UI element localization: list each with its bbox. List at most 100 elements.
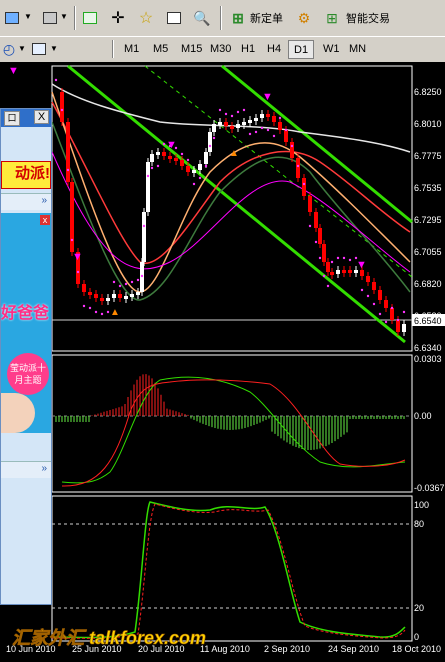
candle-body	[348, 270, 352, 273]
popup-close-button[interactable]: X	[34, 110, 49, 124]
sar-dot	[180, 152, 184, 156]
fractal-up-arrow: ▼	[8, 65, 19, 77]
market-watch-icon[interactable]	[80, 8, 100, 28]
candle-body	[378, 290, 382, 300]
fractal-up-arrow: ▼	[262, 91, 273, 103]
sar-dot	[60, 108, 64, 112]
candle-body	[384, 300, 388, 308]
new-chart-icon[interactable]	[2, 8, 22, 28]
candle-body	[218, 122, 222, 125]
expand-chevron-icon[interactable]: »	[41, 463, 47, 474]
candle-body	[150, 154, 154, 162]
candle-body	[168, 156, 172, 159]
stochastic-main	[51, 501, 406, 639]
candle-body	[204, 152, 208, 164]
expert-advisor-icon[interactable]: ⚙	[294, 8, 314, 28]
candle-body	[336, 270, 340, 274]
candle-body	[156, 152, 160, 155]
timeframe-m5[interactable]: M5	[148, 40, 173, 59]
candle-body	[224, 122, 228, 126]
sar-dot	[82, 304, 86, 308]
candle-body	[322, 244, 326, 262]
candle-body	[162, 152, 166, 156]
sar-dot	[366, 294, 370, 298]
candle-body	[192, 170, 196, 173]
timeframe-h4[interactable]: H4	[262, 40, 286, 59]
periods-toolbar: ◴ ▼ ▼ M1 M5 M15 M30 H1 H4 D1 W1 MN	[0, 36, 445, 63]
navigator-icon[interactable]	[164, 8, 184, 28]
sar-dot	[302, 182, 306, 186]
sar-dot	[186, 158, 190, 162]
ad-image[interactable]: x 好爸爸 莹动派十月主题	[1, 213, 51, 433]
timeframe-m1[interactable]: M1	[119, 40, 144, 59]
profiles-dropdown-icon[interactable]: ▼	[60, 12, 68, 21]
magnifier-icon[interactable]: 🔍	[192, 8, 212, 28]
fractal-down-arrow: ▲	[229, 148, 239, 159]
parabolic-sar	[54, 78, 406, 324]
price-tick: 6.6820	[414, 279, 442, 289]
new-chart-dropdown-icon[interactable]: ▼	[24, 12, 32, 21]
clock-icon[interactable]: ◴	[0, 40, 18, 58]
sar-dot	[66, 168, 70, 172]
sar-dot	[248, 132, 252, 136]
sar-dot	[156, 164, 160, 168]
popup-section-header[interactable]: »	[1, 193, 51, 210]
timeframe-w1[interactable]: W1	[318, 40, 345, 59]
popup-section-header[interactable]: »	[1, 461, 51, 478]
fractal-up-arrow: ▼	[166, 139, 177, 151]
sar-dot	[88, 306, 92, 310]
timeframe-mn[interactable]: MN	[344, 40, 371, 59]
candle-body	[66, 122, 70, 182]
timeframe-m30[interactable]: M30	[205, 40, 236, 59]
sar-dot	[124, 282, 128, 286]
candle-body	[70, 182, 74, 252]
timeframe-m15[interactable]: M15	[176, 40, 207, 59]
timeframe-d1[interactable]: D1	[288, 40, 315, 59]
ad-popup-window[interactable]: 口 X 动派! » x 好爸爸 莹动派十月主题 »	[0, 108, 52, 605]
candle-body	[330, 272, 334, 275]
chart-window[interactable]: ▼ ▼ ▼ ▼ ▼ ▲ ▲ 6.8250 6.8010 6.7775 6.753…	[0, 62, 445, 657]
fractal-up-arrow: ▼	[356, 259, 367, 271]
candle-body	[230, 126, 234, 129]
sar-dot	[272, 134, 276, 138]
sar-dot	[278, 116, 282, 120]
timeframe-h1[interactable]: H1	[236, 40, 260, 59]
chart-style-icon[interactable]	[30, 40, 48, 58]
new-order-button[interactable]: 新定单	[250, 10, 283, 26]
sar-dot	[254, 130, 258, 134]
sar-dot	[54, 78, 58, 82]
stoch-tick: 0	[414, 632, 419, 642]
popup-restore-button[interactable]: 口	[4, 111, 20, 126]
new-order-icon[interactable]: ⊞	[228, 8, 248, 28]
candle-body	[284, 130, 288, 142]
stochastic-scale: 100 80 20 0	[414, 500, 429, 642]
crosshair-icon[interactable]: ✛	[108, 8, 128, 28]
candle-body	[296, 158, 300, 178]
candle-body	[236, 124, 240, 128]
expert-trading-button[interactable]: 智能交易	[346, 10, 390, 26]
auto-trading-icon[interactable]: ⊞	[322, 8, 342, 28]
candle-body	[174, 158, 178, 161]
channel-lower-line	[67, 64, 406, 344]
expand-chevron-icon[interactable]: »	[41, 195, 47, 206]
candle-body	[254, 118, 258, 121]
sar-dot	[224, 112, 228, 116]
sar-dot	[146, 174, 150, 178]
sar-dot	[314, 240, 318, 244]
sar-dot	[162, 142, 166, 146]
chart-canvas[interactable]: ▼ ▼ ▼ ▼ ▼ ▲ ▲ 6.8250 6.8010 6.7775 6.753…	[0, 62, 445, 657]
sar-dot	[284, 128, 288, 132]
candle-body	[314, 212, 318, 228]
macd-pane-frame	[51, 354, 413, 493]
macd-tick: 0.0303	[414, 354, 442, 364]
price-tick: 6.7775	[414, 151, 442, 161]
popup-title-bar[interactable]: 口 X	[1, 109, 51, 127]
sar-dot	[326, 284, 330, 288]
chart-style-dropdown-icon[interactable]: ▼	[50, 44, 58, 53]
ad-close-icon[interactable]: x	[40, 215, 50, 225]
clock-dropdown-icon[interactable]: ▼	[18, 44, 26, 53]
profiles-icon[interactable]	[40, 8, 60, 28]
favorites-icon[interactable]: ☆	[136, 8, 156, 28]
sar-dot	[150, 166, 154, 170]
candle-body	[266, 114, 270, 117]
